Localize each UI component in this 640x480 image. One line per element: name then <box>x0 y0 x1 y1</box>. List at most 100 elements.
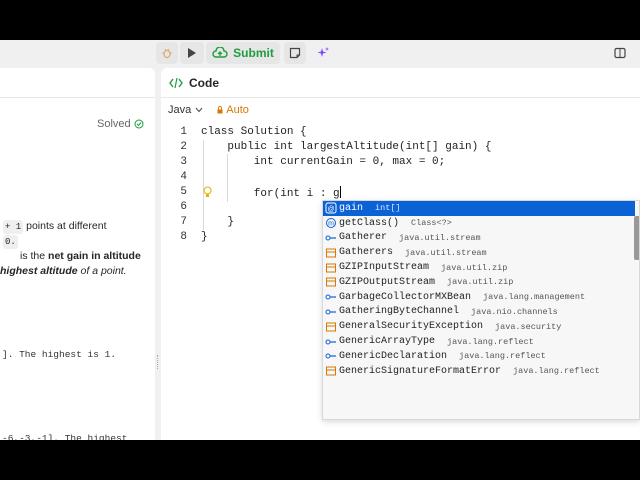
variable-icon: @ <box>324 202 338 214</box>
autocomplete-item-name: GenericSignatureFormatError <box>339 365 502 377</box>
autocomplete-item-name: GZIPOutputStream <box>339 276 436 288</box>
panel-resize-handle[interactable] <box>157 355 159 369</box>
autocomplete-item-detail: java.util.zip <box>441 262 508 273</box>
sparkle-icon <box>317 47 329 57</box>
autocomplete-item[interactable]: GeneralSecurityException java.security <box>323 319 635 334</box>
ai-assistant-button[interactable] <box>312 42 334 64</box>
autocomplete-item-detail: java.util.stream <box>405 247 487 258</box>
autocomplete-item[interactable]: GenericDeclaration java.lang.reflect <box>323 349 635 364</box>
autocomplete-item[interactable]: GZIPOutputStream java.util.zip <box>323 275 635 290</box>
class-icon <box>324 247 338 259</box>
text-cursor <box>339 186 341 198</box>
autocomplete-item-detail: Class<?> <box>411 218 452 229</box>
interface-icon <box>324 336 338 348</box>
autocomplete-item-detail: java.nio.channels <box>471 306 558 317</box>
autocomplete-item[interactable]: GZIPInputStream java.util.zip <box>323 260 635 275</box>
autocomplete-item-detail: java.lang.reflect <box>447 336 534 347</box>
class-icon <box>324 262 338 274</box>
app-window: Submit Solved + 1 points at different 0.… <box>0 40 640 440</box>
chevron-down-icon <box>195 107 203 113</box>
solved-label: Solved <box>97 118 131 130</box>
line-number: 3 <box>180 156 187 168</box>
code-tab-header: Code <box>161 68 640 98</box>
autocomplete-item-detail: int[] <box>375 203 401 214</box>
lock-icon <box>217 106 223 114</box>
autocomplete-item-detail: java.lang.management <box>483 292 586 303</box>
description-tab-bar <box>0 68 155 98</box>
line-number: 2 <box>180 141 187 153</box>
letterbox-bottom <box>0 440 640 480</box>
autocomplete-item[interactable]: GenericArrayType java.lang.reflect <box>323 334 635 349</box>
interface-icon <box>324 306 338 318</box>
description-line-3: is the net gain in altitude <box>20 249 141 263</box>
autocomplete-item-name: gain <box>339 202 364 214</box>
code-line: public int largestAltitude(int[] gain) { <box>201 141 492 153</box>
code-line: } <box>201 216 235 228</box>
autocomplete-item[interactable]: GenericSignatureFormatError java.lang.ref… <box>323 364 635 379</box>
submit-label: Submit <box>233 46 274 60</box>
code-line: int currentGain = 0, max = 0; <box>201 156 446 168</box>
submit-button[interactable]: Submit <box>206 42 280 64</box>
auto-format-toggle[interactable]: Auto <box>217 104 249 116</box>
autocomplete-item[interactable]: @ gain int[] <box>323 201 635 216</box>
autocomplete-item-name: GenericDeclaration <box>339 350 448 362</box>
line2-bold: net gain in altitude <box>48 250 141 262</box>
line3-rest: of a point. <box>80 265 127 277</box>
debug-button[interactable] <box>156 42 178 64</box>
autocomplete-item-name: Gatherers <box>339 247 394 259</box>
language-label: Java <box>168 104 192 116</box>
interface-icon <box>324 350 338 362</box>
run-button[interactable] <box>180 42 204 64</box>
autocomplete-item[interactable]: m getClass() Class<?> <box>323 216 635 231</box>
autocomplete-item-name: GZIPInputStream <box>339 262 430 274</box>
line-number: 6 <box>180 201 187 213</box>
layout-button[interactable] <box>600 42 640 64</box>
description-line-4: highest altitude of a point. <box>0 264 127 278</box>
line-number: 7 <box>180 216 187 228</box>
autocomplete-item-name: GarbageCollectorMXBean <box>339 291 472 303</box>
line2-pre: is the <box>20 250 46 262</box>
code-chip-zero: 0. <box>3 235 18 249</box>
check-circle-icon <box>134 119 144 129</box>
line-number: 5 <box>180 186 187 198</box>
code-line: } <box>201 231 208 243</box>
code-icon <box>169 77 183 88</box>
example-2-output: -6,-3,-1]. The highest <box>2 433 128 440</box>
autocomplete-item[interactable]: GarbageCollectorMXBean java.lang.manageme… <box>323 290 635 305</box>
active-line-text: for(int i : g <box>201 188 340 200</box>
autocomplete-item[interactable]: GatheringByteChannel java.nio.channels <box>323 305 635 320</box>
autocomplete-item-name: Gatherer <box>339 232 388 244</box>
line3-bold-italic: highest altitude <box>0 265 78 277</box>
notes-button[interactable] <box>284 42 306 64</box>
note-icon <box>289 47 301 59</box>
description-line-2: 0. <box>3 234 18 249</box>
example-1-output: ]. The highest is 1. <box>2 349 117 360</box>
autocomplete-popup: @ gain int[] m getClass() Class<?> Gatherer jav… <box>322 200 640 420</box>
autocomplete-item-detail: java.lang.reflect <box>513 366 600 377</box>
svg-text:@: @ <box>327 206 334 213</box>
interface-icon <box>324 232 338 244</box>
language-select[interactable]: Java <box>168 104 203 116</box>
autocomplete-item-detail: java.security <box>495 321 562 332</box>
line1-text: points at different <box>26 220 107 232</box>
bug-icon <box>162 48 172 59</box>
autocomplete-item-detail: java.util.stream <box>399 232 481 243</box>
autocomplete-scrollbar[interactable] <box>634 216 639 260</box>
autocomplete-item[interactable]: Gatherers java.util.stream <box>323 245 635 260</box>
cloud-upload-icon <box>212 47 228 58</box>
editor-options-bar: Java Auto <box>168 102 249 118</box>
autocomplete-item-name: GatheringByteChannel <box>339 306 460 318</box>
autocomplete-item[interactable]: Gatherer java.util.stream <box>323 231 635 246</box>
code-tab-title: Code <box>189 75 219 90</box>
lightbulb-icon[interactable] <box>203 186 212 198</box>
line-number: 1 <box>180 126 187 138</box>
play-icon <box>188 48 196 58</box>
code-chip-plus-one: + 1 <box>3 220 24 234</box>
line-number: 4 <box>180 171 187 183</box>
class-icon <box>324 365 338 377</box>
svg-text:m: m <box>328 221 334 228</box>
top-toolbar: Submit <box>0 40 640 66</box>
autocomplete-item-detail: java.lang.reflect <box>459 351 546 362</box>
autocomplete-item-name: getClass() <box>339 217 400 229</box>
code-line: class Solution { <box>201 126 307 138</box>
